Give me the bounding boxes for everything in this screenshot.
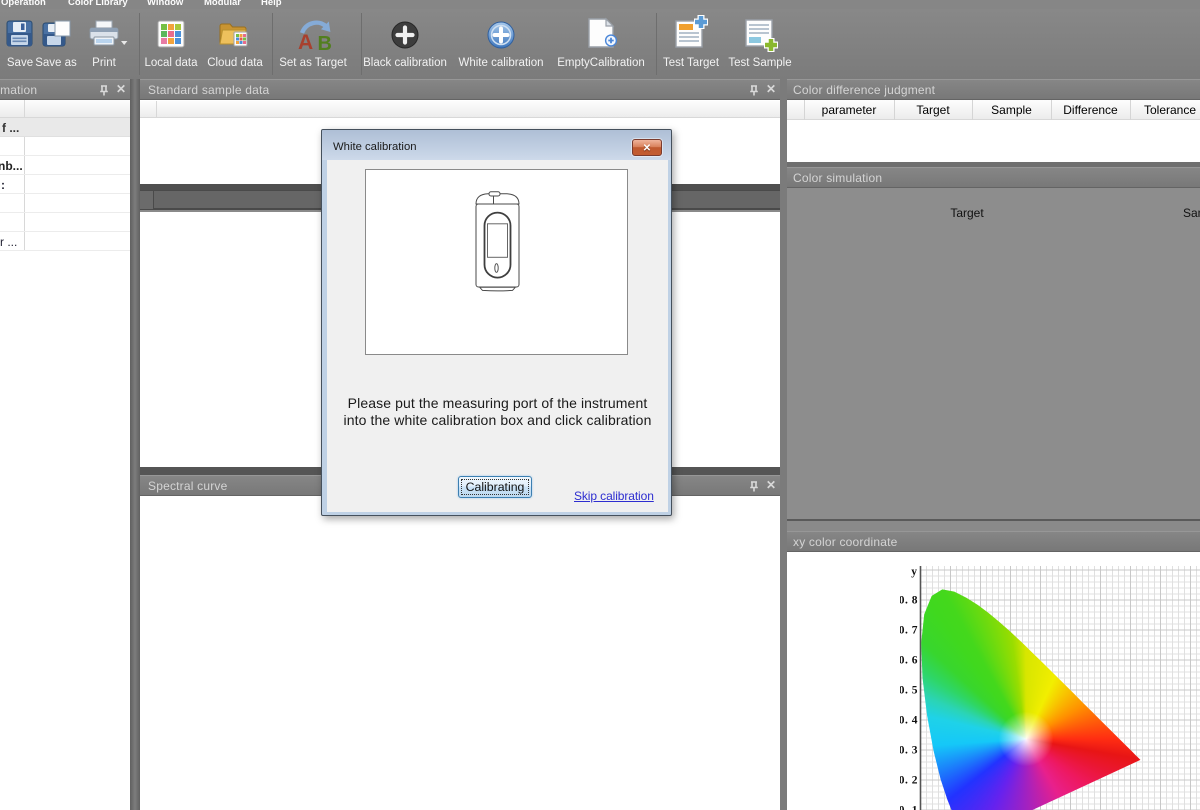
svg-text:0. 4: 0. 4 (900, 715, 918, 727)
svg-text:0. 3: 0. 3 (900, 745, 918, 757)
svg-text:0. 1: 0. 1 (900, 805, 918, 810)
svg-text:0. 8: 0. 8 (900, 595, 918, 607)
svg-text:B: B (318, 33, 332, 55)
svg-text:A: A (298, 31, 313, 54)
svg-text:y: y (911, 566, 917, 578)
svg-text:0. 2: 0. 2 (900, 775, 918, 787)
svg-text:0. 5: 0. 5 (900, 685, 918, 697)
svg-text:0. 6: 0. 6 (900, 655, 918, 667)
svg-text:0. 7: 0. 7 (900, 625, 918, 637)
